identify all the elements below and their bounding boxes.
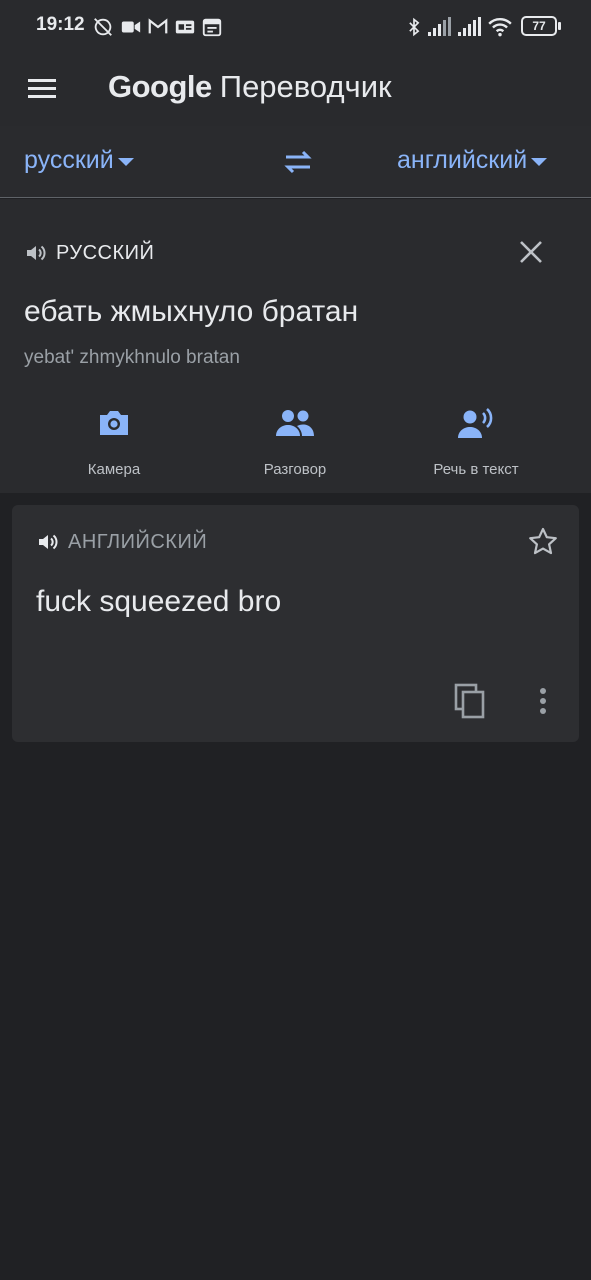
speaker-icon[interactable] — [24, 241, 48, 265]
conversation-button[interactable]: Разговор — [205, 405, 385, 478]
speech-to-text-label: Речь в текст — [433, 461, 519, 478]
translation-card: АНГЛИЙСКИЙ fuck squeezed bro — [12, 505, 579, 742]
speech-to-text-icon — [458, 408, 493, 438]
app-title: Google Переводчик — [108, 62, 392, 112]
signal-icon — [428, 17, 451, 36]
app-title-product: Переводчик — [219, 69, 392, 104]
target-language-heading: АНГЛИЙСКИЙ — [36, 530, 207, 554]
video-icon — [121, 21, 141, 33]
alarm-off-icon — [94, 18, 112, 36]
more-vert-icon[interactable] — [528, 683, 558, 719]
target-language-selector[interactable]: английский — [397, 146, 548, 175]
source-language-title: РУССКИЙ — [56, 241, 155, 264]
hamburger-menu-icon[interactable] — [22, 68, 62, 108]
source-panel: РУССКИЙ ебать жмыхнуло братан yebat' zhm… — [0, 199, 591, 493]
target-language-label: английский — [397, 146, 528, 174]
gmail-icon — [148, 18, 168, 34]
speech-to-text-button[interactable]: Речь в текст — [386, 405, 566, 478]
chevron-down-icon — [117, 157, 134, 166]
language-bar: русский английский — [0, 126, 591, 198]
battery-tip — [558, 22, 561, 30]
calendar-icon — [202, 18, 222, 37]
conversation-icon — [276, 410, 314, 436]
camera-button[interactable]: Камера — [24, 405, 204, 478]
copy-icon[interactable] — [450, 681, 490, 721]
camera-icon — [100, 411, 128, 435]
close-icon[interactable] — [514, 235, 548, 269]
source-language-selector[interactable]: русский — [24, 146, 134, 175]
source-transliteration: yebat' zhmykhnulo bratan — [24, 347, 240, 368]
source-language-label: русский — [24, 146, 114, 174]
status-time: 19:12 — [36, 14, 85, 35]
star-icon[interactable] — [526, 525, 560, 559]
battery-icon: 77 — [521, 16, 557, 36]
target-language-title: АНГЛИЙСКИЙ — [68, 530, 208, 553]
conversation-label: Разговор — [263, 461, 327, 478]
source-language-heading: РУССКИЙ — [24, 241, 154, 265]
app-bar: Google Переводчик — [0, 52, 591, 126]
camera-label: Камера — [87, 461, 141, 478]
status-bar: 19:12 77 — [0, 0, 591, 52]
translation-text: fuck squeezed bro — [36, 585, 282, 618]
news-icon — [175, 20, 195, 34]
swap-arrows-icon[interactable] — [280, 144, 316, 180]
app-title-brand: Google — [108, 69, 212, 104]
signal-icon — [458, 17, 481, 36]
speaker-icon[interactable] — [36, 530, 60, 554]
wifi-icon — [488, 18, 512, 37]
source-text[interactable]: ебать жмыхнуло братан — [24, 295, 358, 329]
chevron-down-icon — [531, 157, 548, 166]
bluetooth-icon — [409, 17, 420, 37]
battery-level: 77 — [532, 19, 546, 33]
